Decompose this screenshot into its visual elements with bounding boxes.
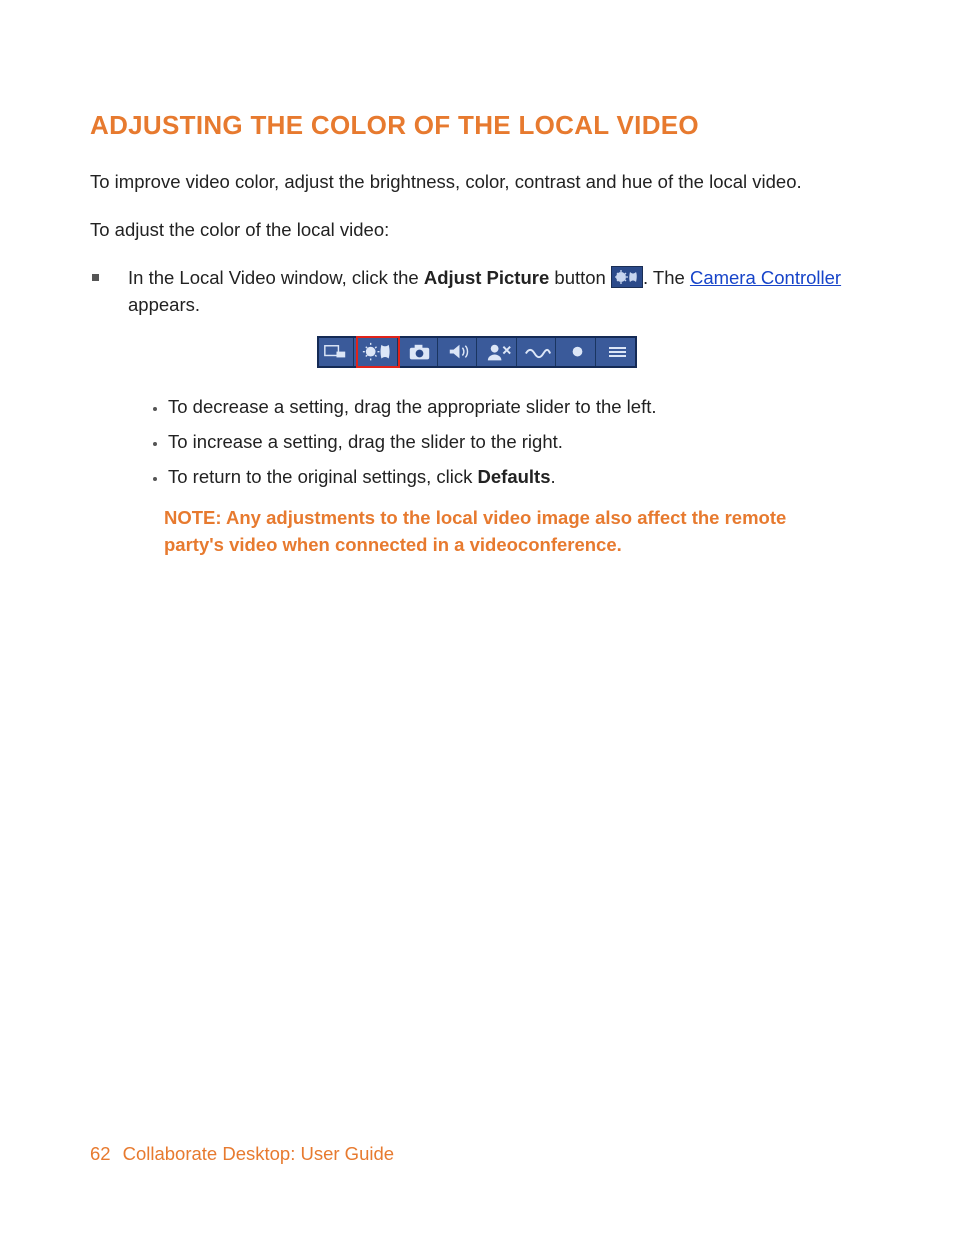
sub-item-decrease: To decrease a setting, drag the appropri… [168, 390, 864, 425]
step-text-mid: button [549, 267, 611, 288]
step-text-post-icon: . The [643, 267, 690, 288]
camera-icon [403, 338, 438, 366]
intro-paragraph-1: To improve video color, adjust the brigh… [90, 169, 864, 195]
toolbar-image [90, 336, 864, 368]
list-icon [600, 338, 635, 366]
camera-controller-link[interactable]: Camera Controller [690, 267, 841, 288]
wave-icon [521, 338, 556, 366]
step-text-tail: appears. [128, 294, 200, 315]
defaults-label: Defaults [478, 466, 551, 487]
note-text: Any adjustments to the local video image… [164, 507, 786, 555]
adjust-picture-icon [611, 266, 643, 288]
sub-item-defaults: To return to the original settings, clic… [168, 460, 864, 495]
sub-item-increase: To increase a setting, drag the slider t… [168, 425, 864, 460]
note-block: NOTE: Any adjustments to the local video… [164, 505, 824, 559]
section-heading: ADJUSTING THE COLOR OF THE LOCAL VIDEO [90, 110, 864, 141]
page-number: 62 [90, 1143, 111, 1164]
adjust-picture-label: Adjust Picture [424, 267, 549, 288]
sub3-pre: To return to the original settings, clic… [168, 466, 478, 487]
note-label: NOTE: [164, 507, 222, 528]
step-item: In the Local Video window, click the Adj… [90, 265, 864, 319]
page-footer: 62 Collaborate Desktop: User Guide [90, 1143, 394, 1165]
user-mute-icon [482, 338, 517, 366]
speaker-icon [442, 338, 477, 366]
sub3-post: . [551, 466, 556, 487]
intro-paragraph-2: To adjust the color of the local video: [90, 217, 864, 243]
step-text-pre: In the Local Video window, click the [128, 267, 424, 288]
footer-title: Collaborate Desktop: User Guide [123, 1143, 394, 1164]
brightness-icon [358, 338, 398, 366]
pip-icon [319, 338, 354, 366]
record-icon [561, 338, 596, 366]
